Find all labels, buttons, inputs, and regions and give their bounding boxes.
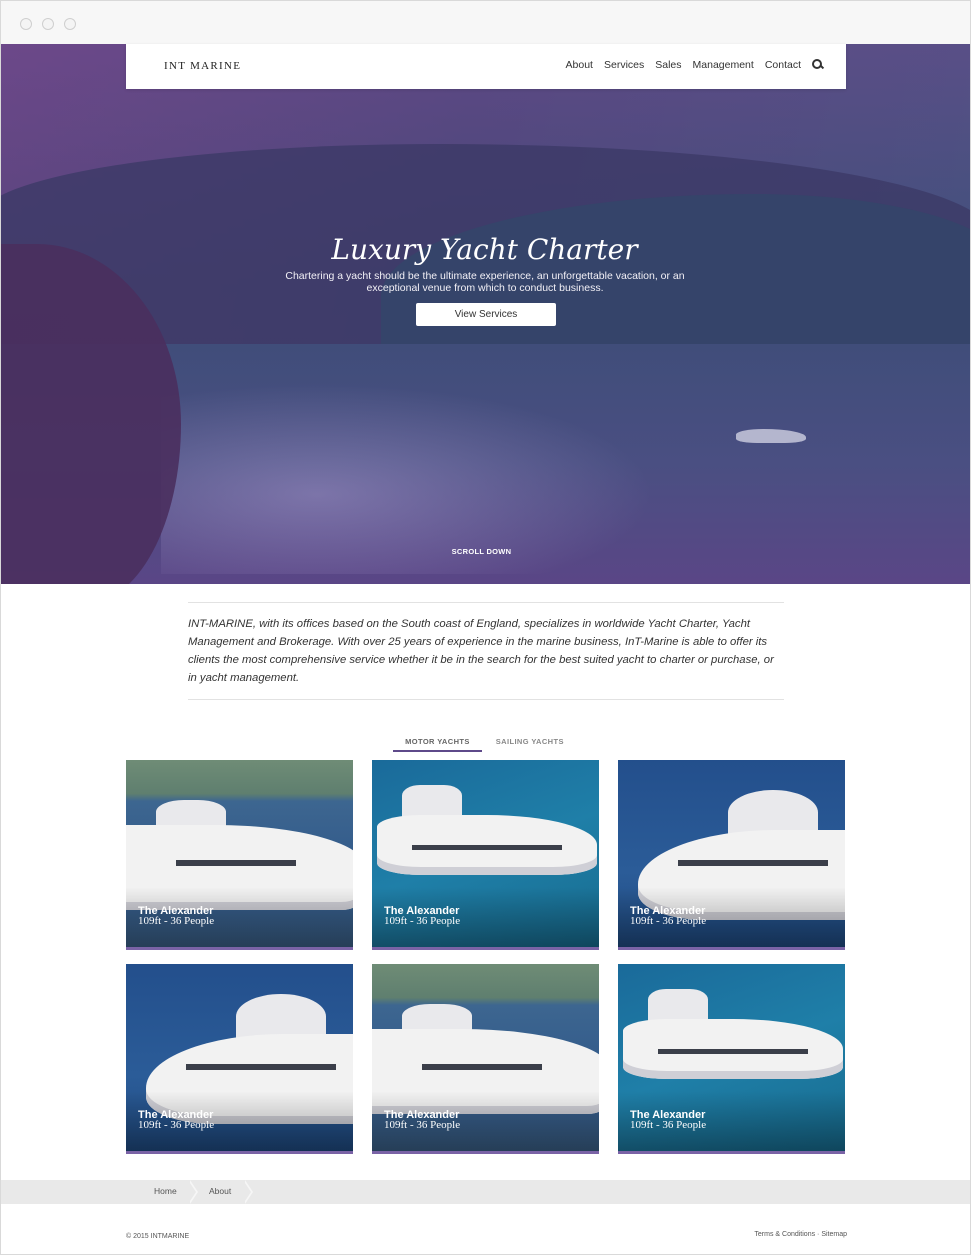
footer-links[interactable]: Terms & Conditions · Sitemap (754, 1231, 847, 1238)
intro-text: INT-MARINE, with its offices based on th… (188, 618, 774, 684)
yacht-card[interactable]: The Alexander 109ft - 36 People (372, 964, 599, 1154)
nav-link-services[interactable]: Services (604, 59, 644, 71)
tab-motor-yachts[interactable]: MOTOR YACHTS (393, 735, 482, 752)
yacht-details: 109ft - 36 People (138, 915, 215, 927)
intro-divider-bottom (188, 699, 784, 700)
nav-link-contact[interactable]: Contact (765, 59, 801, 71)
yacht-superstructure (236, 994, 326, 1039)
hero-water-sparkle (161, 374, 681, 574)
breadcrumb-separator-inner (243, 1180, 251, 1204)
yacht-card[interactable]: The Alexander 109ft - 36 People (372, 760, 599, 950)
intro-divider-top (188, 602, 784, 603)
window-minimize-dot[interactable] (42, 18, 54, 30)
tab-sailing-yachts[interactable]: SAILING YACHTS (484, 735, 576, 752)
yacht-windows (412, 845, 562, 850)
site-logo[interactable]: INT MARINE (164, 60, 241, 72)
yacht-windows (658, 1049, 808, 1054)
nav-link-about[interactable]: About (566, 59, 593, 71)
nav-link-management[interactable]: Management (693, 59, 754, 71)
yacht-card[interactable]: The Alexander 109ft - 36 People (618, 760, 845, 950)
yacht-windows (422, 1064, 542, 1070)
yacht-details: 109ft - 36 People (138, 1119, 215, 1131)
breadcrumb-about[interactable]: About (209, 1186, 231, 1196)
nav-link-sales[interactable]: Sales (655, 59, 681, 71)
window-close-dot[interactable] (20, 18, 32, 30)
yacht-details: 109ft - 36 People (384, 915, 461, 927)
yacht-windows (186, 1064, 336, 1070)
footer-copyright: © 2015 INTMARINE (126, 1233, 190, 1240)
hero-title: Luxury Yacht Charter (331, 233, 638, 266)
hero-boat (736, 429, 806, 443)
browser-chrome (1, 1, 970, 45)
yacht-details: 109ft - 36 People (384, 1119, 461, 1131)
yacht-windows (678, 860, 828, 866)
scroll-down-link[interactable]: SCROLL DOWN (0, 547, 963, 556)
window-zoom-dot[interactable] (64, 18, 76, 30)
yacht-card[interactable]: The Alexander 109ft - 36 People (126, 760, 353, 950)
nav-menu: About Services Sales Management Contact (555, 59, 824, 71)
yacht-card[interactable]: The Alexander 109ft - 36 People (126, 964, 353, 1154)
yacht-details: 109ft - 36 People (630, 1119, 707, 1131)
view-services-button[interactable]: View Services (416, 303, 556, 326)
yacht-details: 109ft - 36 People (630, 915, 707, 927)
search-icon[interactable] (812, 59, 824, 71)
yacht-superstructure (728, 790, 818, 835)
hero-subtitle: Chartering a yacht should be the ultimat… (285, 270, 685, 294)
breadcrumb-separator-inner (188, 1180, 196, 1204)
yacht-card[interactable]: The Alexander 109ft - 36 People (618, 964, 845, 1154)
breadcrumb-home[interactable]: Home (154, 1186, 177, 1196)
breadcrumb: Home About (1, 1180, 970, 1204)
yacht-windows (176, 860, 296, 866)
yacht-tabs: MOTOR YACHTS SAILING YACHTS (0, 735, 969, 752)
top-nav: INT MARINE About Services Sales Manageme… (126, 44, 846, 89)
